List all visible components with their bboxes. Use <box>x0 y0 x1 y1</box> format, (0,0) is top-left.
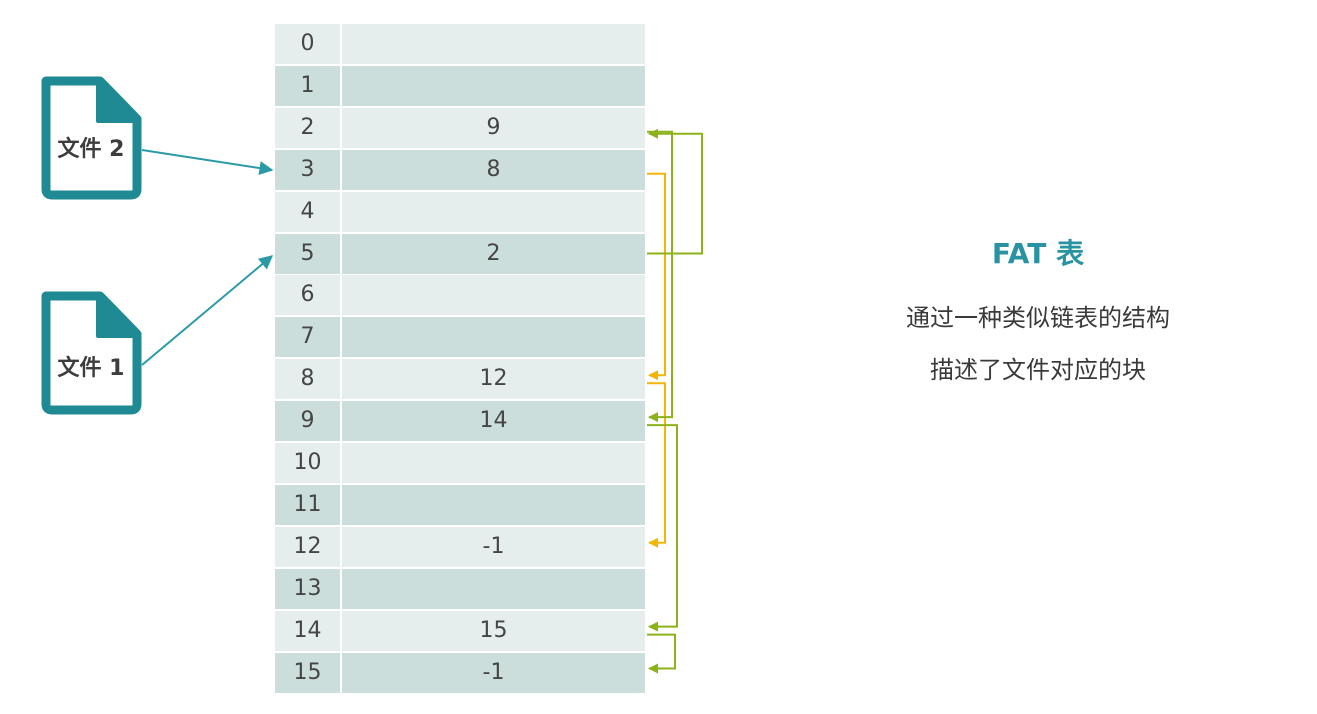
fat-diagram: 0 1 2 9 3 8 4 5 2 6 7 8 12 9 14 10 11 12 -1 13 14 15 15 -1 文件 2… <box>0 0 1317 714</box>
file-1-pointer-arrow <box>141 255 274 366</box>
info-title: FAT 表 <box>991 237 1085 270</box>
file-2-pointer-arrow <box>141 149 274 176</box>
info-line-2: 描述了文件对应的块 <box>930 356 1146 384</box>
info-line-1: 通过一种类似链表的结构 <box>906 304 1170 332</box>
chain-link-3-to-8 <box>647 172 666 381</box>
chain-link-9-to-14 <box>647 424 678 632</box>
chain-link-5-to-2 <box>647 128 703 255</box>
chain-link-14-to-15 <box>647 633 676 674</box>
chain-link-8-to-12 <box>647 382 666 548</box>
